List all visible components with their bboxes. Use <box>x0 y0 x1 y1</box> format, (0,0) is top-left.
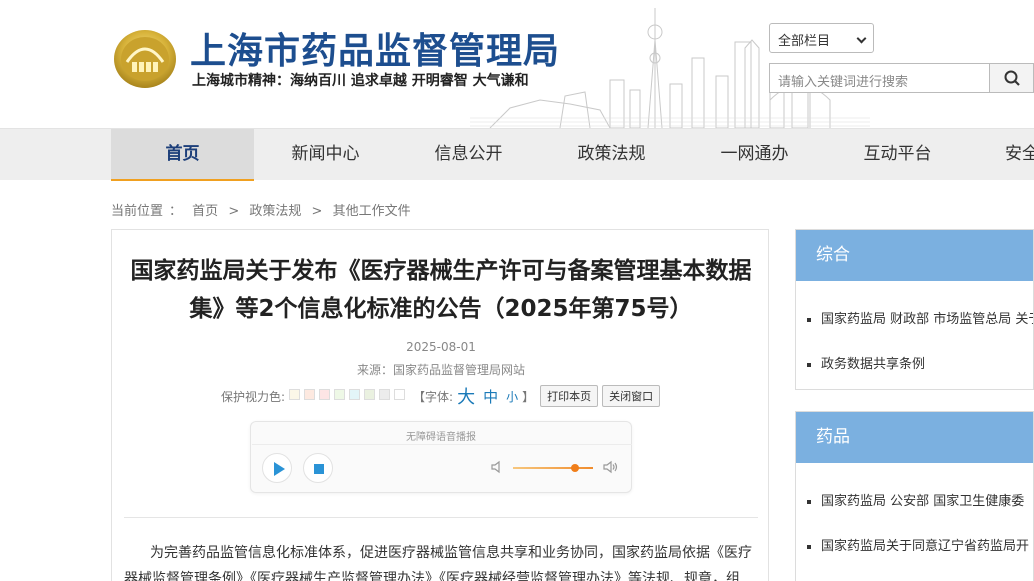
volume-up-icon[interactable] <box>603 459 619 475</box>
search-input[interactable]: 请输入关键词进行搜索 <box>769 63 990 93</box>
site-header: 上海市药品监督管理局 上海城市精神：海纳百川 追求卓越 开明睿智 大气谦和 全部… <box>0 0 1034 128</box>
play-button[interactable] <box>262 453 292 483</box>
nav-item-safety[interactable]: 安全 <box>969 129 1034 181</box>
font-size-label: 【字体: <box>413 389 454 404</box>
search-placeholder: 请输入关键词进行搜索 <box>778 75 909 90</box>
font-large-button[interactable]: 大 <box>457 383 475 409</box>
eye-protect-swatch-3[interactable] <box>319 389 331 400</box>
article-divider <box>124 517 758 518</box>
close-window-button[interactable]: 关闭窗口 <box>602 385 661 407</box>
player-divider <box>252 444 632 445</box>
breadcrumb-policy[interactable]: 政策法规 <box>249 204 301 219</box>
eye-protect-swatch-1[interactable] <box>289 389 301 400</box>
main-nav: 首页 新闻中心 信息公开 政策法规 一网通办 互动平台 安全 <box>0 128 1034 181</box>
article-title: 国家药监局关于发布《医疗器械生产许可与备案管理基本数据集》等2个信息化标准的公告… <box>130 258 752 322</box>
play-icon <box>274 462 285 476</box>
search-scope-value: 全部栏目 <box>778 34 831 49</box>
eye-protect-swatches <box>289 389 409 403</box>
font-medium-button[interactable]: 中 <box>483 386 498 407</box>
volume-mute-icon[interactable] <box>490 459 506 475</box>
panel-link[interactable]: 国家药监局 财政部 市场监管总局 关于 <box>796 297 1033 342</box>
font-small-button[interactable]: 小 <box>506 388 518 405</box>
nav-item-info-disclosure[interactable]: 信息公开 <box>397 129 540 181</box>
sidebar-panel-drugs: 药品 国家药监局 公安部 国家卫生健康委 国家药监局关于同意辽宁省药监局开 <box>795 411 1034 581</box>
eye-protect-swatch-4[interactable] <box>334 389 346 400</box>
search-scope-select[interactable]: 全部栏目 <box>769 23 874 53</box>
panel-title: 综合 <box>796 230 1033 281</box>
article-panel: 国家药监局关于发布《医疗器械生产许可与备案管理基本数据集》等2个信息化标准的公告… <box>111 229 769 581</box>
print-button[interactable]: 打印本页 <box>540 385 599 407</box>
font-size-close: 】 <box>522 389 535 404</box>
bureau-logo[interactable] <box>112 28 178 90</box>
search-button[interactable] <box>989 63 1034 93</box>
nav-item-interaction[interactable]: 互动平台 <box>826 129 969 181</box>
nav-item-online-service[interactable]: 一网通办 <box>683 129 826 181</box>
breadcrumb-arrow: > <box>311 204 323 219</box>
article-source: 来源：国家药品监督管理局网站 <box>356 363 525 377</box>
article-body: 为完善药品监管信息化标准体系，促进医疗器械监管信息共享和业务协同，国家药监局依据… <box>124 545 752 581</box>
nav-item-home[interactable]: 首页 <box>111 129 254 181</box>
breadcrumb-label: 当前位置： <box>111 204 183 219</box>
nav-item-news[interactable]: 新闻中心 <box>254 129 397 181</box>
search-icon <box>1004 70 1020 86</box>
panel-title: 药品 <box>796 412 1033 463</box>
site-slogan: 上海城市精神：海纳百川 追求卓越 开明睿智 大气谦和 <box>192 73 529 89</box>
chevron-down-icon <box>856 33 867 44</box>
volume-slider-handle[interactable] <box>571 464 579 472</box>
sidebar-panel-general: 综合 国家药监局 财政部 市场监管总局 关于 政务数据共享条例 <box>795 229 1034 390</box>
audio-player: 无障碍语音播报 <box>250 421 632 493</box>
volume-slider[interactable] <box>513 467 593 469</box>
article-tools: 保护视力色: 【字体: 大 中 小 】 打印本页 关闭窗口 <box>221 383 661 409</box>
breadcrumb-other-docs[interactable]: 其他工作文件 <box>333 204 411 219</box>
eye-protect-swatch-5[interactable] <box>349 389 361 400</box>
stop-icon <box>314 464 324 474</box>
breadcrumb: 当前位置： 首页 > 政策法规 > 其他工作文件 <box>111 200 417 219</box>
eye-protect-label: 保护视力色: <box>221 389 286 404</box>
eye-protect-swatch-2[interactable] <box>304 389 316 400</box>
site-title: 上海市药品监督管理局 <box>190 31 561 72</box>
eye-protect-swatch-6[interactable] <box>364 389 376 400</box>
breadcrumb-home[interactable]: 首页 <box>192 204 218 219</box>
eye-protect-swatch-7[interactable] <box>379 389 391 400</box>
player-label: 无障碍语音播报 <box>406 432 476 443</box>
stop-button[interactable] <box>303 453 333 483</box>
panel-link[interactable]: 政务数据共享条例 <box>796 342 1033 387</box>
nav-item-policy[interactable]: 政策法规 <box>540 129 683 181</box>
panel-link[interactable]: 国家药监局关于同意辽宁省药监局开 <box>796 524 1033 569</box>
article-date: 2025-08-01 <box>406 340 476 354</box>
panel-link[interactable]: 国家药监局 公安部 国家卫生健康委 <box>796 479 1033 524</box>
eye-protect-swatch-8[interactable] <box>394 389 406 400</box>
breadcrumb-arrow: > <box>228 204 240 219</box>
